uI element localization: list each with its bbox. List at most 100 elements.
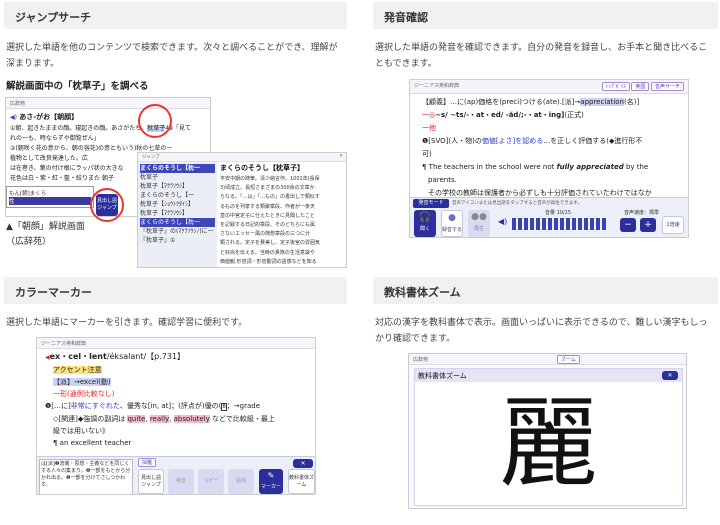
button-label: 聞く [419, 226, 430, 232]
list-item-label: まくらのそうし【枕一 [140, 219, 201, 226]
list-item[interactable]: 枕草子【ﾏｸﾗｿｳｼ】 [140, 209, 215, 218]
button-label: 録音する [442, 227, 463, 233]
section-title: カラーマーカー [15, 286, 92, 299]
list-item-label: まくらのそうし【枕一 [140, 165, 201, 172]
close-icon[interactable]: ✕ [339, 154, 343, 159]
speed-down-button[interactable]: − [620, 218, 636, 232]
color-marker-screenshot: ジーニアス英和辞典 ◀ex・cel・lent/éksalant/【p.731】 … [36, 337, 316, 495]
headword-jump-button[interactable]: 見出し語ジャンプ [138, 469, 164, 494]
entry-text: ¶ The teachers in the school were not [422, 163, 557, 171]
button-label: マーカー [260, 484, 281, 490]
entry-line: 級では用いない》 [53, 427, 109, 435]
speed-up-button[interactable]: + [640, 218, 656, 232]
volume-meter[interactable]: ◀) [498, 217, 610, 231]
list-item[interactable]: 枕草子【ﾏｸﾗｿｳｼ】 [140, 182, 215, 191]
list-item-label: 枕草子 [140, 174, 159, 181]
marked-word: quite [127, 415, 146, 423]
entry-line: れの一も、時ならずや御覧ぜん」 [10, 135, 100, 142]
microphone-icon: ● [448, 213, 456, 223]
playback-button[interactable]: ●● 再生 [468, 210, 490, 237]
tab-button[interactable]: 採鑑 [138, 458, 157, 467]
mode-hint: 音声アイコンまたは見出語をタップすると音声が再生できます。 [452, 201, 582, 206]
add-button[interactable]: 追加 [228, 469, 254, 494]
copy-button[interactable]: コピー [198, 469, 224, 494]
entry-line: 一他 [422, 124, 436, 132]
headword-text: ex・cel・lent [49, 352, 107, 361]
list-item-label: 枕草子【ﾏｸﾗｿｳｼ】 [140, 183, 189, 190]
entry-text: 価値[よさ]を認める [481, 137, 544, 145]
textbook-zoom-button[interactable]: 教科書体ズーム [288, 469, 315, 494]
tab-label: 採鑑 [138, 458, 157, 467]
list-item[interactable]: 枕草子 [140, 173, 215, 182]
close-icon: ✕ [667, 372, 673, 379]
detail-line: 類される。定子を賛美し、定子後宮の雰囲気 [220, 240, 321, 247]
highlight-circle [138, 104, 172, 138]
accent-note: アクセント注意 [53, 366, 102, 374]
section-description: 選択した単語にマーカーを引きます。確認学習に便利です。 [6, 315, 346, 331]
zoom-dialog: 教科書体ズーム ✕ 麗 [414, 368, 683, 506]
selection-preview: は[派]❶流儀・思想・主義などを同じくする人々の集まり。❷一部をもとから分かれ出… [39, 459, 133, 494]
zoom-tab[interactable]: ズーム [557, 355, 580, 364]
zoom-dialog-header: 教科書体ズーム [415, 369, 682, 382]
entry-text: …を正しく評価する(◆進行形不 [543, 137, 643, 145]
detail-pane: まくらのそうし【枕草子】 平安中期の随筆。清少納言作。1001年(長保 3)頃成… [220, 163, 346, 267]
listen-button[interactable]: 🎧 聞く [414, 210, 436, 237]
marked-word: absolutely [173, 415, 210, 423]
jump-popup-window: ジャンプ ✕ まくらのそうし【枕一 枕草子 枕草子【ﾏｸﾗｿｳｼ】 まくらのそうし… [137, 152, 347, 268]
close-button[interactable]: ✕ [293, 459, 313, 468]
marker-button[interactable]: ✎ マーカー [259, 469, 283, 494]
mode-label-text: 発音モード [418, 200, 444, 206]
headphones-icon: 🎧 [418, 212, 432, 223]
headword-jump-button[interactable]: 見出し語ジャンプ [96, 194, 118, 216]
list-item-label: 枕草子【ｼｮｳﾄｸﾀｲｼ】 [140, 201, 195, 208]
volume-label: 音量 10/15 [545, 210, 571, 216]
list-item[interactable]: まくらのそうし【枕一 [140, 218, 215, 227]
list-item[interactable]: 『枕草子』① [140, 236, 215, 245]
button-label: 教科書体ズーム [289, 475, 315, 488]
caption-line: （広辞苑） [6, 237, 52, 247]
description-line: 対応の漢字を教科書体で表示。画面いっぱいに表示できるので、難しい漢字もしっ [375, 318, 708, 328]
button-label: 見出し語ジャンプ [96, 198, 117, 211]
description-line: ともできます。 [375, 59, 437, 69]
pronunciation-button[interactable]: 発音 [168, 469, 194, 494]
british-button[interactable]: 英国 [631, 82, 650, 91]
record-button[interactable]: ● 録音する [441, 210, 463, 237]
window-toolbar: 広辞苑 [6, 98, 210, 109]
detail-line: 3)頃成立。長短さまざまの300余の文章か [220, 185, 315, 192]
pronunciation-screenshot: ジーニアス英和辞典 ﾄｯﾌﾟﾎﾞｲｽ 英国 音声サーチ 【顧義】…に(ap)価格… [409, 79, 689, 238]
section-description: 選択した単語を他のコンテンツで検索できます。次々と調べることができ、理解が 深ま… [6, 40, 346, 72]
detail-line: さないエッセー風の随想章段の三つに分 [220, 231, 311, 238]
section-title: 教科書体ズーム [384, 286, 461, 299]
detail-line: 平安中期の随筆。清少納言作。1001年(長保 [220, 176, 320, 182]
mode-label: 発音モード [413, 199, 449, 208]
dictionary-headword: ◀) あさ‐がお【朝顔】 [10, 113, 79, 121]
entry-text: 【顧義】…に(ap)価格を(preci)つける(ate).[派]→ [422, 98, 581, 106]
section-subtitle: 解説画面中の「枕草子」を調べる [6, 81, 149, 92]
entry-line: ①朝、起きたままの顔。寝起きの顔。あさがたち。枕草子49「見て [10, 124, 206, 134]
dialog-title: 教科書体ズーム [418, 372, 467, 380]
entry-text: by the [623, 163, 649, 171]
button-label: − [624, 220, 632, 230]
entry-line: 可) [422, 150, 432, 158]
list-item[interactable]: まくらのそうし【枕一 [140, 164, 215, 173]
verb-mark: 一◎ [422, 111, 436, 119]
section-header-pronunciation: 発音確認 [373, 2, 718, 29]
entry-line: 【派】→excel(動) [45, 376, 307, 388]
list-item[interactable]: 枕草子【ｼｮｳﾄｸﾀｲｼ】 [140, 200, 215, 209]
entry-text: などで比較級・最上 [209, 415, 275, 423]
section-description: 対応の漢字を教科書体で表示。画面いっぱいに表示できるので、難しい漢字もしっ かり… [375, 315, 720, 347]
entry-text: ◇[関連]◆強調の副詞は [53, 415, 128, 423]
description-line: 選択した単語にマーカーを引きます。確認学習に便利です。 [6, 318, 248, 328]
voice-search-button[interactable]: 音声サーチ [650, 82, 684, 91]
top-voice-button[interactable]: ﾄｯﾌﾟﾎﾞｲｽ [601, 82, 630, 91]
button-label: 発音 [175, 478, 186, 484]
list-item[interactable]: まくらのそうし【一 [140, 191, 215, 200]
toolbar-title: ジーニアス英和辞典 [41, 341, 87, 347]
speed-label: 音声速度：標準 [624, 210, 660, 216]
window-toolbar: ジーニアス英和辞典 [37, 338, 315, 349]
entry-text: appreciation [580, 98, 624, 106]
section-header-textbook-zoom: 教科書体ズーム [373, 277, 718, 304]
entry-text: (正式) [564, 111, 584, 119]
close-button[interactable]: ✕ [662, 371, 678, 380]
list-item[interactable]: 『枕草子』の(ﾏｸﾗｿｳｼﾉ)に一 [140, 227, 215, 236]
